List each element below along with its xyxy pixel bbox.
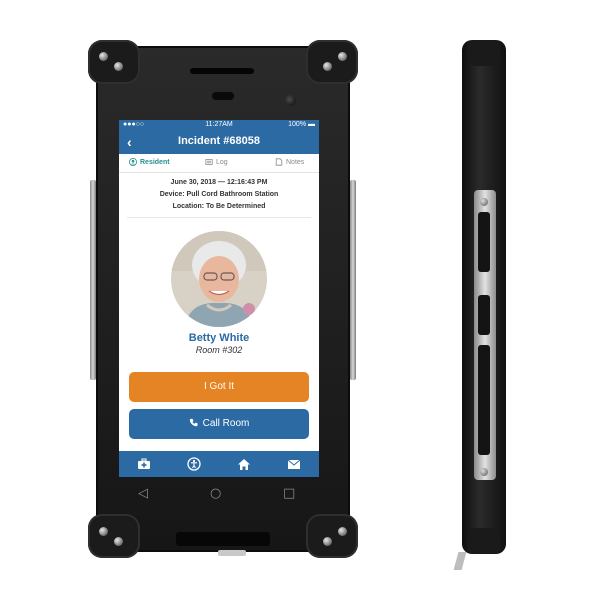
nav-recents-icon[interactable]: □ — [283, 486, 295, 501]
tab-label: Notes — [286, 158, 305, 166]
notes-icon — [275, 158, 283, 166]
resident-photo — [171, 231, 267, 327]
screw — [114, 537, 123, 546]
i-got-it-button[interactable]: I Got It — [129, 372, 309, 402]
volume-button[interactable] — [478, 212, 490, 272]
mail-icon[interactable] — [286, 456, 302, 472]
android-nav-bar: ◁ ○ □ — [118, 482, 328, 508]
tab-label: Resident — [140, 158, 170, 166]
call-room-label: Call Room — [202, 418, 250, 429]
tab-log[interactable]: Log — [205, 158, 228, 166]
bottom-nav — [119, 451, 319, 477]
side-rail — [90, 180, 96, 380]
call-room-button[interactable]: Call Room — [129, 409, 309, 439]
side-screw — [480, 468, 488, 476]
corner-bumper — [306, 514, 358, 558]
side-key[interactable] — [478, 295, 490, 335]
nav-back-icon[interactable]: ◁ — [138, 486, 148, 501]
resident-name: Betty White — [188, 332, 250, 344]
side-grip — [478, 345, 490, 455]
page-title: Incident #68058 — [178, 135, 260, 147]
screw — [338, 527, 347, 536]
side-cap-top — [468, 40, 500, 66]
title-bar: ‹ Incident #68058 — [119, 130, 319, 154]
incident-details: June 30, 2018 — 12:16:43 PM Device: Pull… — [119, 173, 319, 213]
tab-label: Log — [216, 158, 228, 166]
earpiece — [212, 92, 234, 100]
screw — [99, 527, 108, 536]
battery-indicator: 100% ▬ — [288, 121, 315, 128]
divider — [127, 217, 311, 218]
front-camera — [285, 95, 296, 106]
screw — [99, 52, 108, 61]
screw — [323, 537, 332, 546]
incident-datetime: June 30, 2018 — 12:16:43 PM — [170, 179, 268, 186]
phone-icon — [189, 418, 198, 427]
screw — [338, 52, 347, 61]
incident-location: Location: To Be Determined — [172, 203, 266, 210]
side-rail — [350, 180, 356, 380]
tab-resident[interactable]: Resident — [129, 158, 170, 166]
corner-bumper — [306, 40, 358, 84]
person-icon — [129, 158, 137, 166]
resident-room: Room #302 — [195, 345, 243, 355]
speaker-grille — [190, 68, 254, 74]
bottom-port-cover — [176, 532, 270, 546]
resident-portrait-image — [171, 231, 267, 327]
screw — [323, 62, 332, 71]
log-icon — [205, 159, 213, 165]
corner-bumper — [88, 514, 140, 558]
side-screw — [480, 198, 488, 206]
accessibility-icon[interactable] — [186, 456, 202, 472]
tab-notes[interactable]: Notes — [275, 158, 304, 166]
app-screen: ●●●○○ 11:27AM 100% ▬ ‹ Incident #68058 R… — [119, 120, 319, 477]
corner-bumper — [88, 40, 140, 84]
status-bar: ●●●○○ 11:27AM 100% ▬ — [119, 120, 319, 130]
nav-home-icon[interactable]: ○ — [210, 486, 221, 501]
lanyard-clip — [453, 552, 467, 570]
medical-kit-icon[interactable] — [136, 456, 152, 472]
screw — [114, 62, 123, 71]
tab-bar: Resident Log Notes — [119, 154, 319, 173]
rugged-phone-side — [453, 40, 514, 570]
usb-port — [218, 550, 246, 556]
side-cap-bottom — [468, 528, 500, 554]
incident-device: Device: Pull Cord Bathroom Station — [159, 191, 279, 198]
rugged-phone-front: ●●●○○ 11:27AM 100% ▬ ‹ Incident #68058 R… — [88, 40, 358, 558]
home-icon[interactable] — [236, 456, 252, 472]
